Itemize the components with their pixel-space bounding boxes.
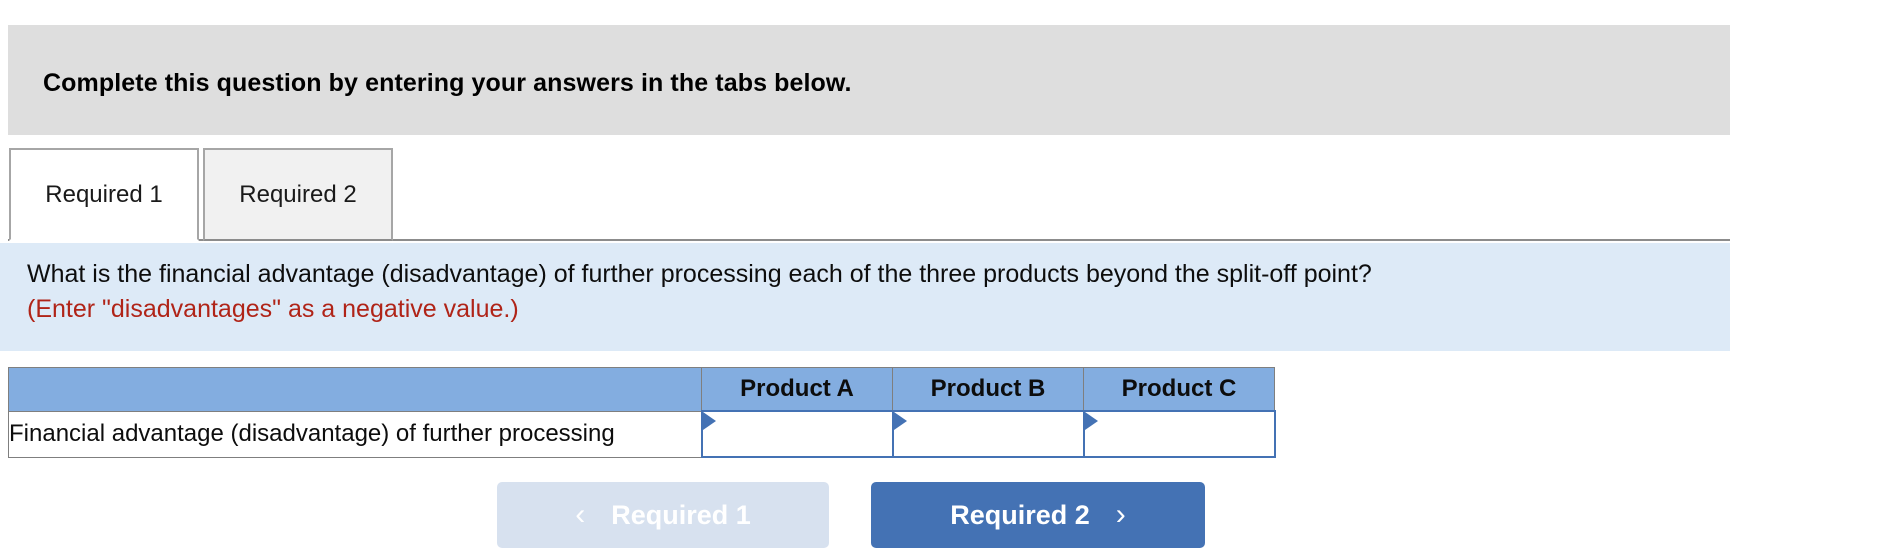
next-required-2-button[interactable]: Required 2 › [871,482,1205,548]
tab-required-2[interactable]: Required 2 [203,148,393,241]
answer-cell-product-c[interactable] [1082,410,1276,458]
table-header-blank [8,367,702,412]
table-row: Financial advantage (disadvantage) of fu… [8,410,1276,458]
prev-required-1-button[interactable]: ‹ Required 1 [497,482,829,548]
tab-required-2-label: Required 2 [239,180,357,208]
next-button-label: Required 2 [950,499,1090,530]
table-header-product-a: Product A [701,367,893,412]
chevron-left-icon: ‹ [575,498,586,531]
table-header-row: Product A Product B Product C [8,367,1275,412]
question-banner: What is the financial advantage (disadva… [0,243,1730,351]
cell-corner-marker-icon [1084,412,1098,430]
tab-required-1-label: Required 1 [45,180,163,208]
question-prompt: What is the financial advantage (disadva… [27,260,1372,288]
question-note: (Enter "disadvantages" as a negative val… [27,295,519,323]
table-header-product-b: Product B [892,367,1084,412]
answer-cell-product-b[interactable] [891,410,1085,458]
instruction-text: Complete this question by entering your … [43,69,852,97]
instruction-banner: Complete this question by entering your … [8,25,1730,135]
table-header-product-c: Product C [1083,367,1275,412]
cell-corner-marker-icon [702,412,716,430]
chevron-right-icon: › [1115,498,1126,531]
tab-strip: Required 1 Required 2 [0,148,1730,243]
answer-cell-product-a[interactable] [700,410,894,458]
row-label-financial-advantage: Financial advantage (disadvantage) of fu… [8,410,702,458]
prev-button-label: Required 1 [611,499,751,530]
answer-table: Product A Product B Product C Financial … [8,367,1276,458]
cell-corner-marker-icon [893,412,907,430]
tab-required-1[interactable]: Required 1 [9,148,199,241]
